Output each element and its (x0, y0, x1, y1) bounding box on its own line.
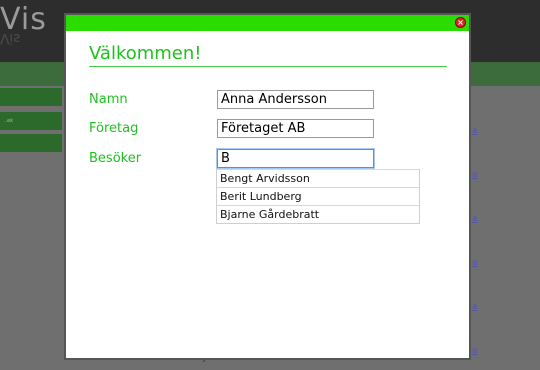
visiting-input[interactable] (217, 149, 374, 168)
dialog-titlebar[interactable]: × (66, 15, 469, 31)
name-input[interactable] (217, 90, 374, 109)
title-divider (89, 66, 447, 67)
suggestion-item[interactable]: Bengt Arvidsson (217, 169, 419, 187)
dialog-title: Välkommen! (89, 43, 202, 64)
sidebar-item-2[interactable]: ..ek (0, 112, 62, 130)
welcome-dialog: × Välkommen! Namn Företag Besöker Bengt … (64, 13, 471, 360)
app-logo-reflection: Vis (0, 30, 21, 46)
company-input[interactable] (217, 119, 374, 138)
row-link-6[interactable]: a (472, 346, 492, 356)
name-label: Namn (89, 92, 128, 107)
sidebar-item-3[interactable] (0, 134, 62, 152)
row-link-4[interactable]: a (472, 258, 492, 268)
sidebar-item-1[interactable] (0, 88, 62, 106)
row-link-1[interactable]: a (472, 126, 492, 136)
suggestion-item[interactable]: Bjarne Gårdebratt (217, 205, 419, 223)
visiting-label: Besöker (89, 151, 142, 166)
row-link-3[interactable]: a (472, 214, 492, 224)
close-icon[interactable]: × (455, 17, 466, 28)
row-link-5[interactable]: a (472, 302, 492, 312)
autocomplete-list: Bengt Arvidsson Berit Lundberg Bjarne Gå… (216, 169, 420, 224)
row-link-2[interactable]: a (472, 170, 492, 180)
company-label: Företag (89, 121, 139, 136)
suggestion-item[interactable]: Berit Lundberg (217, 187, 419, 205)
